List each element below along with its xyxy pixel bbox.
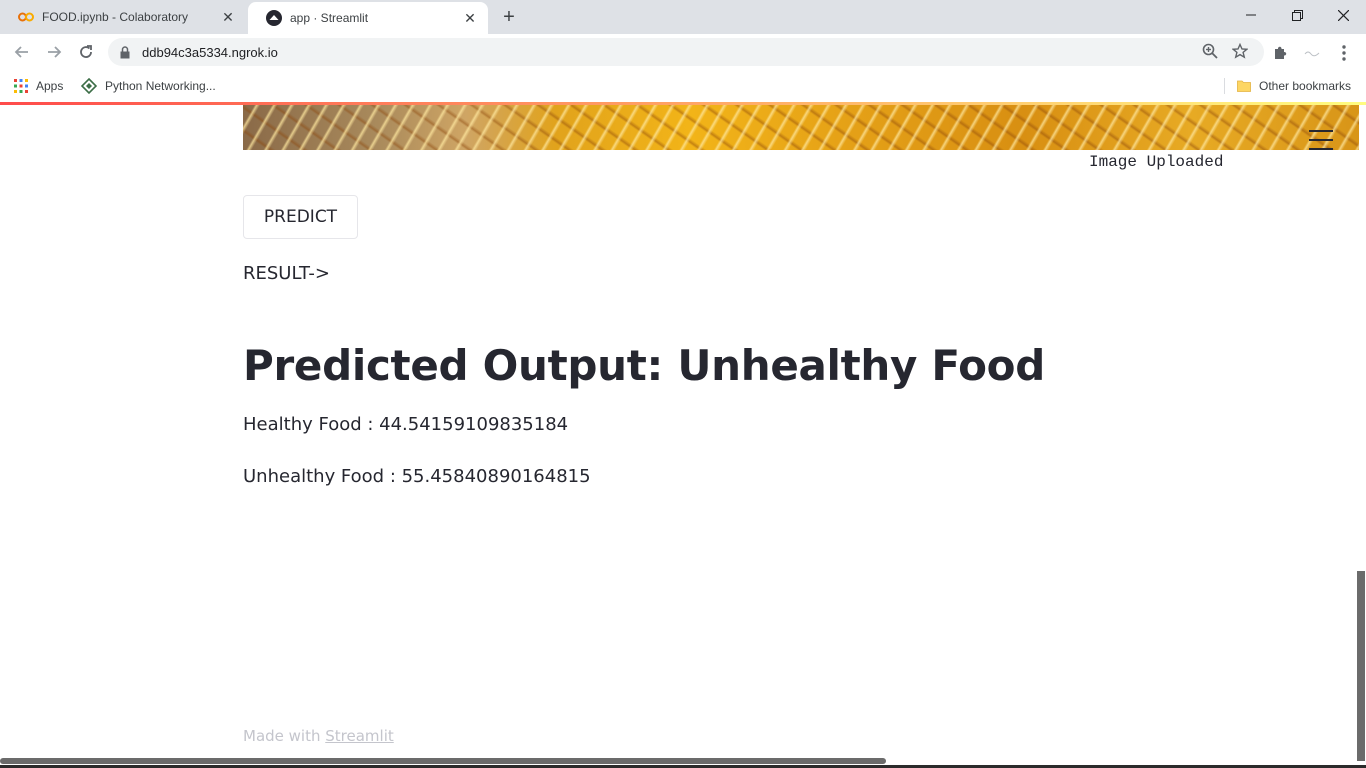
bookmark-other[interactable]: Other bookmarks bbox=[1237, 76, 1351, 96]
close-icon[interactable]: ✕ bbox=[218, 7, 238, 27]
colab-icon bbox=[18, 9, 34, 25]
bookmark-label: Apps bbox=[36, 79, 64, 93]
streamlit-icon bbox=[266, 10, 282, 26]
predict-button[interactable]: PREDICT bbox=[243, 195, 358, 239]
zoom-icon[interactable] bbox=[1202, 43, 1218, 64]
close-window-icon[interactable] bbox=[1320, 0, 1366, 30]
tab-streamlit[interactable]: app · Streamlit ✕ bbox=[248, 2, 488, 34]
bookmark-apps[interactable]: Apps bbox=[14, 76, 63, 96]
menu-kebab-icon[interactable] bbox=[1333, 42, 1355, 64]
image-caption: Image Uploaded bbox=[1089, 153, 1224, 171]
new-tab-button[interactable]: + bbox=[497, 6, 521, 28]
bookmark-divider bbox=[1224, 78, 1225, 94]
hamburger-menu-icon[interactable] bbox=[1309, 130, 1333, 150]
result-label: RESULT-> bbox=[243, 263, 330, 284]
extensions-icon[interactable] bbox=[1269, 42, 1291, 64]
healthy-probability: Healthy Food : 44.54159109835184 bbox=[243, 414, 569, 435]
profile-icon[interactable] bbox=[1301, 42, 1323, 64]
prediction-heading: Predicted Output: Unhealthy Food bbox=[243, 341, 1045, 390]
apps-grid-icon bbox=[14, 79, 28, 93]
folder-icon bbox=[1237, 79, 1251, 93]
footer: Made with Streamlit bbox=[243, 727, 394, 745]
bookmarks-bar: Apps Python Networking... Other bookmark… bbox=[0, 70, 1366, 102]
bookmark-star-icon[interactable] bbox=[1231, 42, 1249, 64]
browser-toolbar: ddb94c3a5334.ngrok.io bbox=[0, 34, 1366, 70]
tab-strip: FOOD.ipynb - Colaboratory ✕ app · Stream… bbox=[0, 0, 1366, 34]
close-icon[interactable]: ✕ bbox=[460, 8, 480, 28]
bookmark-label: Other bookmarks bbox=[1259, 79, 1352, 93]
back-icon[interactable] bbox=[10, 40, 34, 64]
uploaded-food-image bbox=[243, 105, 1359, 150]
forward-icon[interactable] bbox=[42, 40, 66, 64]
restore-icon[interactable] bbox=[1274, 0, 1320, 30]
tab-colab[interactable]: FOOD.ipynb - Colaboratory ✕ bbox=[0, 0, 246, 34]
footer-text: Made with bbox=[243, 727, 326, 745]
url-text: ddb94c3a5334.ngrok.io bbox=[142, 44, 278, 60]
tab-title: app · Streamlit bbox=[290, 11, 369, 25]
diamond-icon bbox=[81, 78, 97, 94]
streamlit-main: Image Uploaded PREDICT RESULT-> Predicte… bbox=[0, 105, 1366, 768]
bookmark-label: Python Networking... bbox=[105, 79, 216, 93]
reload-icon[interactable] bbox=[74, 40, 98, 64]
tab-title: FOOD.ipynb - Colaboratory bbox=[42, 10, 189, 24]
lock-icon bbox=[120, 45, 134, 59]
horizontal-scrollbar-thumb[interactable] bbox=[0, 758, 886, 764]
bookmark-python-networking[interactable]: Python Networking... bbox=[81, 76, 216, 96]
vertical-scrollbar-thumb[interactable] bbox=[1357, 571, 1365, 761]
address-bar[interactable]: ddb94c3a5334.ngrok.io bbox=[108, 38, 1264, 66]
minimize-icon[interactable] bbox=[1228, 0, 1274, 30]
unhealthy-probability: Unhealthy Food : 55.45840890164815 bbox=[243, 466, 591, 487]
streamlit-link[interactable]: Streamlit bbox=[325, 727, 394, 745]
